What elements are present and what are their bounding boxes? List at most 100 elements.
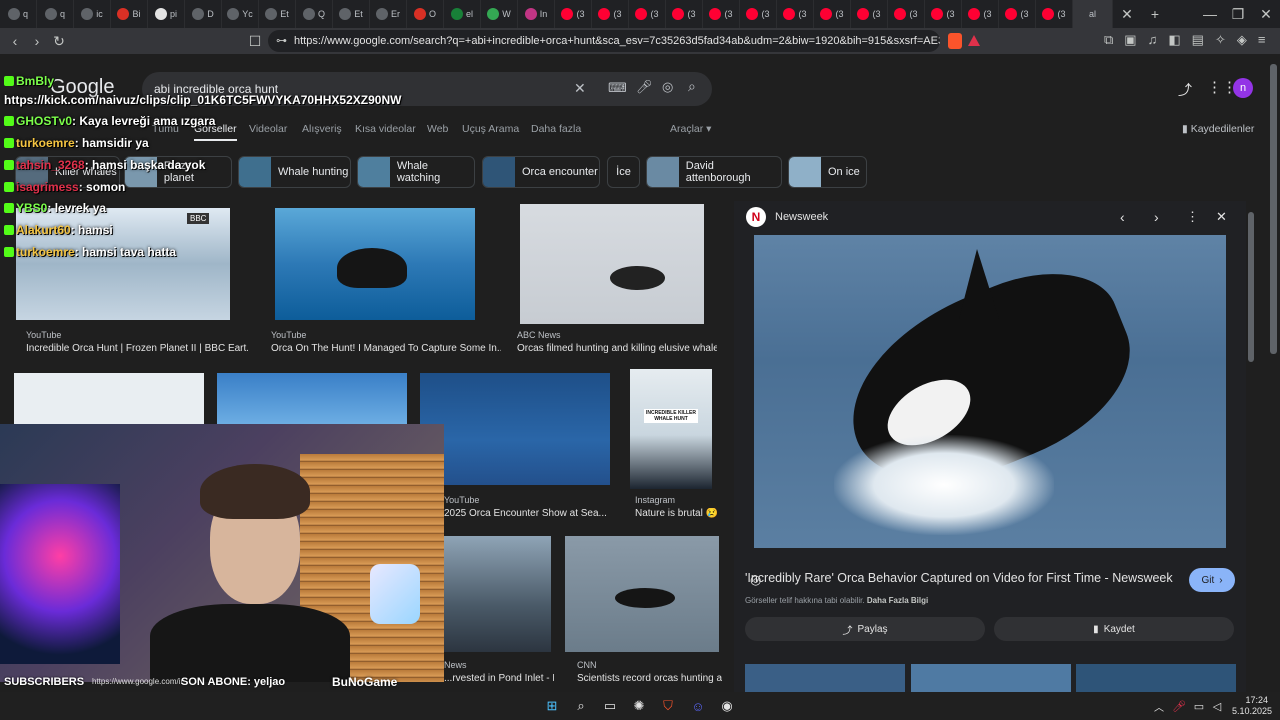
chatgpt-icon[interactable]: ✺ bbox=[630, 697, 648, 715]
browser-tab[interactable]: (3 bbox=[592, 0, 629, 28]
related-image[interactable] bbox=[1076, 664, 1236, 692]
forward-icon[interactable]: › bbox=[26, 30, 48, 52]
close-icon[interactable]: ✕ bbox=[1216, 209, 1227, 225]
go-button[interactable]: Git › bbox=[1189, 568, 1235, 592]
result-title[interactable]: Scientists record orcas hunting a... bbox=[577, 673, 722, 684]
close-tab-icon[interactable]: ✕ bbox=[1113, 0, 1141, 28]
task-view-icon[interactable]: ▭ bbox=[601, 697, 619, 715]
mic-tray-icon[interactable]: 🎤︎ bbox=[1170, 697, 1188, 715]
discord-icon[interactable]: ☺ bbox=[689, 697, 707, 715]
new-tab-icon[interactable]: + bbox=[1141, 0, 1169, 28]
avatar[interactable]: n bbox=[1233, 78, 1253, 98]
share-icon[interactable]: ⤴ bbox=[1178, 80, 1192, 100]
tab-uçuş-arama[interactable]: Uçuş Arama bbox=[462, 123, 519, 135]
preview-image[interactable] bbox=[754, 235, 1226, 548]
browser-tab[interactable]: Et bbox=[259, 0, 296, 28]
result-image[interactable] bbox=[444, 536, 551, 652]
browser-tab[interactable]: Er bbox=[370, 0, 407, 28]
address-bar[interactable]: ⊶ https://www.google.com/search?q=+abi+i… bbox=[268, 30, 940, 52]
result-image[interactable] bbox=[420, 373, 610, 485]
chip-i̇ce[interactable]: İce bbox=[607, 156, 640, 188]
browser-tab[interactable]: (3 bbox=[555, 0, 592, 28]
more-info-link[interactable]: Daha Fazla Bilgi bbox=[867, 596, 928, 605]
result-title[interactable]: 2025 Orca Encounter Show at Sea... bbox=[444, 508, 614, 519]
browser-tab[interactable]: pi bbox=[148, 0, 185, 28]
result-source[interactable]: Instagram bbox=[635, 495, 675, 505]
clock[interactable]: 17:24 5.10.2025 bbox=[1232, 695, 1272, 717]
browser-tab[interactable]: (3 bbox=[666, 0, 703, 28]
back-icon[interactable]: ‹ bbox=[4, 30, 26, 52]
tab-web[interactable]: Web bbox=[427, 123, 448, 135]
browser-tab[interactable]: (3 bbox=[814, 0, 851, 28]
extensions-icon[interactable]: ⧉ bbox=[1104, 32, 1113, 48]
panel-title[interactable]: 'Incredibly Rare' Orca Behavior Captured… bbox=[745, 571, 1175, 585]
clear-icon[interactable]: ✕ bbox=[574, 80, 586, 97]
browser-tab[interactable]: Et bbox=[333, 0, 370, 28]
media-icon[interactable]: ♫ bbox=[1148, 32, 1158, 48]
browser-tab[interactable]: W bbox=[481, 0, 518, 28]
chip-whale-hunting[interactable]: Whale hunting bbox=[238, 156, 351, 188]
prev-icon[interactable]: ‹ bbox=[1120, 209, 1125, 225]
result-title[interactable]: Incredible Orca Hunt | Frozen Planet II … bbox=[26, 343, 248, 354]
browser-tab[interactable]: (3 bbox=[777, 0, 814, 28]
browser-tab[interactable]: (3 bbox=[925, 0, 962, 28]
share-button[interactable]: ⤴ Paylaş bbox=[745, 617, 985, 641]
browser-tab[interactable]: O bbox=[407, 0, 444, 28]
tab-daha-fazla[interactable]: Daha fazla bbox=[531, 123, 581, 135]
browser-tab[interactable]: ic bbox=[74, 0, 111, 28]
browser-tab[interactable]: (3 bbox=[962, 0, 999, 28]
brave-shield-icon[interactable] bbox=[948, 33, 962, 49]
browser-tab[interactable]: D bbox=[185, 0, 222, 28]
browser-tab[interactable]: (3 bbox=[740, 0, 777, 28]
related-image[interactable] bbox=[745, 664, 905, 692]
sidebar-icon[interactable]: ◧ bbox=[1168, 32, 1180, 48]
result-source[interactable]: CNN bbox=[577, 660, 597, 670]
site-info-icon[interactable]: ⊶ bbox=[276, 34, 287, 47]
related-image[interactable] bbox=[911, 664, 1071, 692]
chip-whale-watching[interactable]: Whale watching bbox=[357, 156, 475, 188]
result-source[interactable]: YouTube bbox=[444, 495, 479, 505]
browser-tab[interactable]: (3 bbox=[888, 0, 925, 28]
result-source[interactable]: ABC News bbox=[517, 330, 561, 340]
result-title[interactable]: Orcas filmed hunting and killing elusive… bbox=[517, 343, 717, 354]
browser-tab[interactable]: Q bbox=[296, 0, 333, 28]
brave-icon[interactable]: ⛉ bbox=[659, 697, 677, 715]
keyboard-icon[interactable]: ⌨ bbox=[608, 80, 627, 96]
result-image[interactable] bbox=[565, 536, 719, 652]
result-image[interactable] bbox=[14, 373, 204, 427]
minimize-icon[interactable]: — bbox=[1196, 0, 1224, 28]
bookmark-icon[interactable]: ☐ bbox=[244, 30, 266, 52]
result-source[interactable]: News bbox=[444, 660, 467, 670]
browser-tab[interactable]: (3 bbox=[703, 0, 740, 28]
result-source[interactable]: YouTube bbox=[271, 330, 306, 340]
panel-source[interactable]: Newsweek bbox=[775, 211, 828, 223]
lens-icon[interactable]: ◎ bbox=[662, 79, 673, 95]
browser-tab[interactable]: (3 bbox=[629, 0, 666, 28]
tab-alışveriş[interactable]: Alışveriş bbox=[302, 123, 342, 135]
browser-tab[interactable]: In bbox=[518, 0, 555, 28]
page-scrollbar[interactable] bbox=[1270, 64, 1277, 354]
mic-icon[interactable]: 🎤︎ bbox=[636, 79, 653, 95]
result-image[interactable] bbox=[217, 373, 407, 427]
volume-icon[interactable]: ◁ bbox=[1208, 697, 1226, 715]
brave-rewards-icon[interactable] bbox=[968, 35, 980, 46]
wallet-icon[interactable]: ▤ bbox=[1192, 32, 1204, 48]
search-icon[interactable]: ⌕ bbox=[572, 697, 590, 715]
browser-tab[interactable]: (3 bbox=[1036, 0, 1073, 28]
result-image[interactable] bbox=[275, 208, 475, 320]
saved-button[interactable]: ▮ Kaydedilenler bbox=[1182, 123, 1254, 135]
tools-button[interactable]: Araçlar ▾ bbox=[670, 123, 711, 135]
browser-tab[interactable]: (3 bbox=[851, 0, 888, 28]
save-button[interactable]: ▮ Kaydet bbox=[994, 617, 1234, 641]
maximize-icon[interactable]: ❐ bbox=[1224, 0, 1252, 28]
result-title[interactable]: Nature is brutal 😢 bbox=[635, 508, 725, 519]
close-window-icon[interactable]: ✕ bbox=[1252, 0, 1280, 28]
tab-videolar[interactable]: Videolar bbox=[249, 123, 287, 135]
reload-icon[interactable]: ↻ bbox=[48, 30, 70, 52]
browser-tab[interactable]: q bbox=[37, 0, 74, 28]
next-icon[interactable]: › bbox=[1154, 209, 1159, 225]
browser-tab[interactable]: Yc bbox=[222, 0, 259, 28]
display-icon[interactable]: ▭ bbox=[1190, 697, 1208, 715]
more-icon[interactable]: ⋮ bbox=[1186, 209, 1199, 225]
browser-tab[interactable]: Bi bbox=[111, 0, 148, 28]
